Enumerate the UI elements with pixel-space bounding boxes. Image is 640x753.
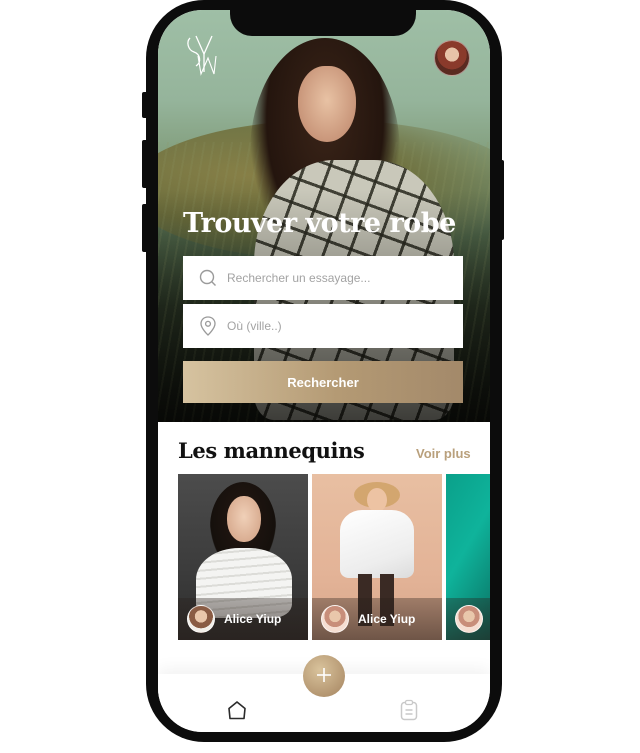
hero-model-face <box>298 66 356 142</box>
plus-icon <box>315 666 333 687</box>
home-icon[interactable] <box>224 698 250 722</box>
model-card-footer: Alice Yiup <box>312 598 442 640</box>
model-card[interactable]: Alice Yiup <box>178 474 308 640</box>
logo-monogram-icon[interactable] <box>184 32 218 78</box>
model-card-partial[interactable] <box>446 474 490 640</box>
location-input[interactable] <box>227 319 447 333</box>
model-avatar <box>455 605 483 633</box>
phone-power-button <box>498 160 504 240</box>
phone-mute-button <box>142 92 148 118</box>
model-photo-face <box>367 488 387 512</box>
model-photo-face <box>227 496 261 542</box>
model-name: Alice Yiup <box>358 612 416 626</box>
phone-volume-down-button <box>142 204 148 252</box>
search-field[interactable] <box>183 256 463 300</box>
model-card-footer: Alice Yiup <box>178 598 308 640</box>
location-field[interactable] <box>183 304 463 348</box>
see-more-link[interactable]: Voir plus <box>416 446 471 461</box>
search-icon <box>199 269 217 287</box>
profile-avatar[interactable] <box>434 40 470 76</box>
search-input[interactable] <box>227 271 447 285</box>
hero-banner: Trouver votre robe Rechercher <box>158 10 490 422</box>
phone-volume-up-button <box>142 140 148 188</box>
model-card[interactable]: Alice Yiup <box>312 474 442 640</box>
location-pin-icon <box>199 316 217 336</box>
model-name: Alice Yiup <box>224 612 282 626</box>
model-avatar <box>321 605 349 633</box>
add-button[interactable] <box>303 655 345 697</box>
model-photo-coat <box>340 510 414 578</box>
clipboard-icon[interactable] <box>396 698 422 722</box>
models-section-title: Les mannequins <box>178 438 365 463</box>
model-card-footer <box>446 598 490 640</box>
app-screen: Trouver votre robe Rechercher Les manneq… <box>158 10 490 732</box>
phone-notch <box>230 0 416 36</box>
search-button[interactable]: Rechercher <box>183 361 463 403</box>
model-avatar <box>187 605 215 633</box>
hero-title: Trouver votre robe <box>183 208 456 239</box>
